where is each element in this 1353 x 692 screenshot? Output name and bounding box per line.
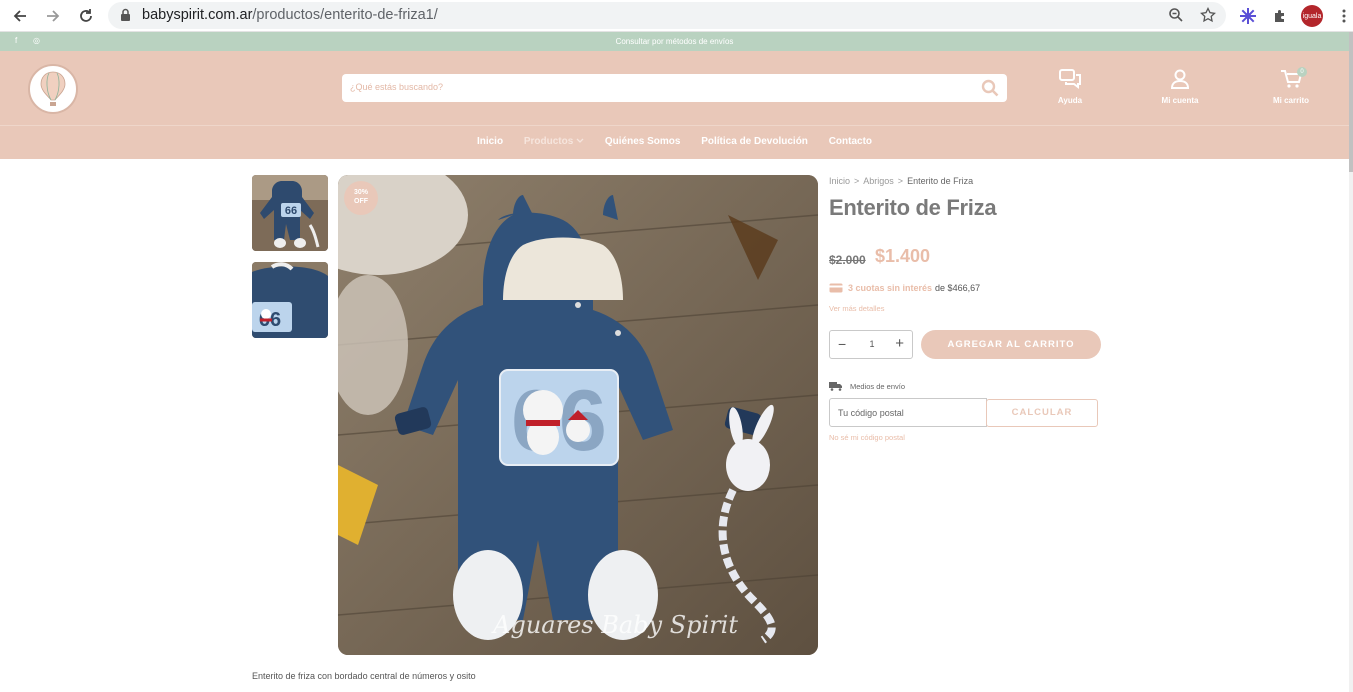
- shipping-announcement[interactable]: Consultar por métodos de envíos: [0, 37, 1349, 46]
- product-thumbnail-2[interactable]: 66: [252, 262, 328, 338]
- reload-icon[interactable]: [74, 4, 98, 28]
- account-label: Mi cuenta: [1161, 96, 1199, 105]
- quantity-increase-button[interactable]: +: [895, 335, 904, 352]
- menu-item-productos[interactable]: Productos: [524, 136, 584, 147]
- address-bar[interactable]: babyspirit.com.ar/productos/enterito-de-…: [108, 2, 1226, 29]
- cart-count-badge: 0: [1297, 67, 1307, 77]
- onesie-thumbnail-image: 66: [252, 175, 328, 251]
- url-text: babyspirit.com.ar/productos/enterito-de-…: [142, 7, 438, 23]
- scrollbar-thumb[interactable]: [1349, 32, 1353, 172]
- installments-info: 3 cuotas sin interés de $466,67: [829, 283, 980, 293]
- credit-card-icon: [829, 283, 843, 293]
- cart-link[interactable]: 0 Mi carrito: [1261, 67, 1321, 105]
- add-to-cart-button[interactable]: AGREGAR AL CARRITO: [921, 330, 1101, 359]
- product-description: Enterito de friza con bordado central de…: [252, 671, 476, 681]
- menu-item-productos-label: Productos: [523, 136, 574, 147]
- search-icon[interactable]: [981, 79, 999, 102]
- zoom-icon[interactable]: [1168, 7, 1184, 28]
- more-details-link[interactable]: Ver más detalles: [829, 304, 884, 313]
- quantity-stepper: − 1 +: [829, 330, 913, 359]
- chat-icon: [1059, 69, 1081, 89]
- postal-code-placeholder: Tu código postal: [838, 408, 904, 418]
- back-icon[interactable]: [8, 4, 32, 28]
- site-header: ¿Qué estás buscando? Ayuda Mi cuenta 0 M…: [0, 51, 1349, 159]
- breadcrumb-separator: >: [854, 176, 860, 186]
- menu-item-quienes-somos[interactable]: Quiénes Somos: [605, 136, 681, 147]
- shipping-methods-label: Medios de envío: [850, 381, 906, 391]
- sale-price: $1.400: [875, 246, 931, 266]
- shipping-methods: Medios de envío: [829, 381, 905, 391]
- profile-avatar-label: iguala: [1301, 5, 1323, 27]
- breadcrumb-separator: >: [897, 176, 904, 186]
- extensions-puzzle-icon[interactable]: [1269, 5, 1291, 27]
- chevron-down-icon: [576, 138, 584, 143]
- onesie-detail-thumbnail-image: 66: [252, 262, 328, 338]
- discount-percent: 30%: [353, 189, 368, 196]
- page-scrollbar[interactable]: [1349, 32, 1353, 692]
- breadcrumb-item-inicio[interactable]: Inicio: [829, 176, 850, 186]
- profile-avatar[interactable]: iguala: [1301, 5, 1323, 27]
- help-label: Ayuda: [1057, 96, 1083, 105]
- installments-highlight: 3 cuotas sin interés: [848, 283, 933, 293]
- menu-item-politica[interactable]: Política de Devolución: [701, 136, 808, 147]
- lock-icon: [120, 8, 131, 27]
- installments-amount: de $466,67: [935, 283, 981, 293]
- header-divider: [0, 125, 1349, 126]
- original-price: $2.000: [829, 253, 866, 267]
- postal-code-input[interactable]: Tu código postal: [829, 398, 987, 427]
- cart-label: Mi carrito: [1272, 96, 1309, 105]
- search-bar[interactable]: ¿Qué estás buscando?: [342, 74, 1007, 102]
- balloon-logo-icon: [40, 71, 66, 106]
- store-logo[interactable]: [28, 64, 78, 114]
- help-link[interactable]: Ayuda: [1040, 69, 1100, 105]
- breadcrumb: Inicio > Abrigos > Enterito de Friza: [829, 176, 973, 186]
- breadcrumb-item-current: Enterito de Friza: [907, 176, 974, 186]
- discount-off: OFF: [354, 198, 368, 205]
- image-watermark: Aguares Baby Spirit: [491, 611, 738, 639]
- truck-icon: [829, 382, 842, 391]
- calculate-shipping-button[interactable]: CALCULAR: [986, 399, 1098, 427]
- menu-item-contacto[interactable]: Contacto: [829, 136, 872, 147]
- menu-item-inicio[interactable]: Inicio: [477, 136, 503, 147]
- onesie-photo: 66 Aguares Baby Spirit: [338, 175, 818, 655]
- product-thumbnail-1[interactable]: 66: [252, 175, 328, 251]
- extension-flower-icon[interactable]: [1237, 5, 1259, 27]
- main-menu: Inicio Productos Quiénes Somos Política …: [0, 136, 1349, 147]
- account-link[interactable]: Mi cuenta: [1150, 69, 1210, 105]
- product-main-image[interactable]: 66 Aguares Baby Spirit: [338, 175, 818, 655]
- browser-menu-icon[interactable]: [1333, 5, 1353, 27]
- browser-toolbar: babyspirit.com.ar/productos/enterito-de-…: [0, 0, 1353, 32]
- user-icon: [1170, 69, 1190, 89]
- svg-text:66: 66: [285, 205, 297, 217]
- discount-badge: 30% OFF: [344, 181, 378, 215]
- announcement-bar: f ◎ Consultar por métodos de envíos: [0, 32, 1349, 51]
- forward-icon[interactable]: [41, 4, 65, 28]
- product-title: Enterito de Friza: [829, 195, 997, 220]
- search-input[interactable]: ¿Qué estás buscando?: [350, 82, 443, 92]
- breadcrumb-item-abrigos[interactable]: Abrigos: [863, 176, 894, 186]
- postal-code-help-link[interactable]: No sé mi código postal: [829, 433, 905, 442]
- bookmark-star-icon[interactable]: [1200, 6, 1216, 28]
